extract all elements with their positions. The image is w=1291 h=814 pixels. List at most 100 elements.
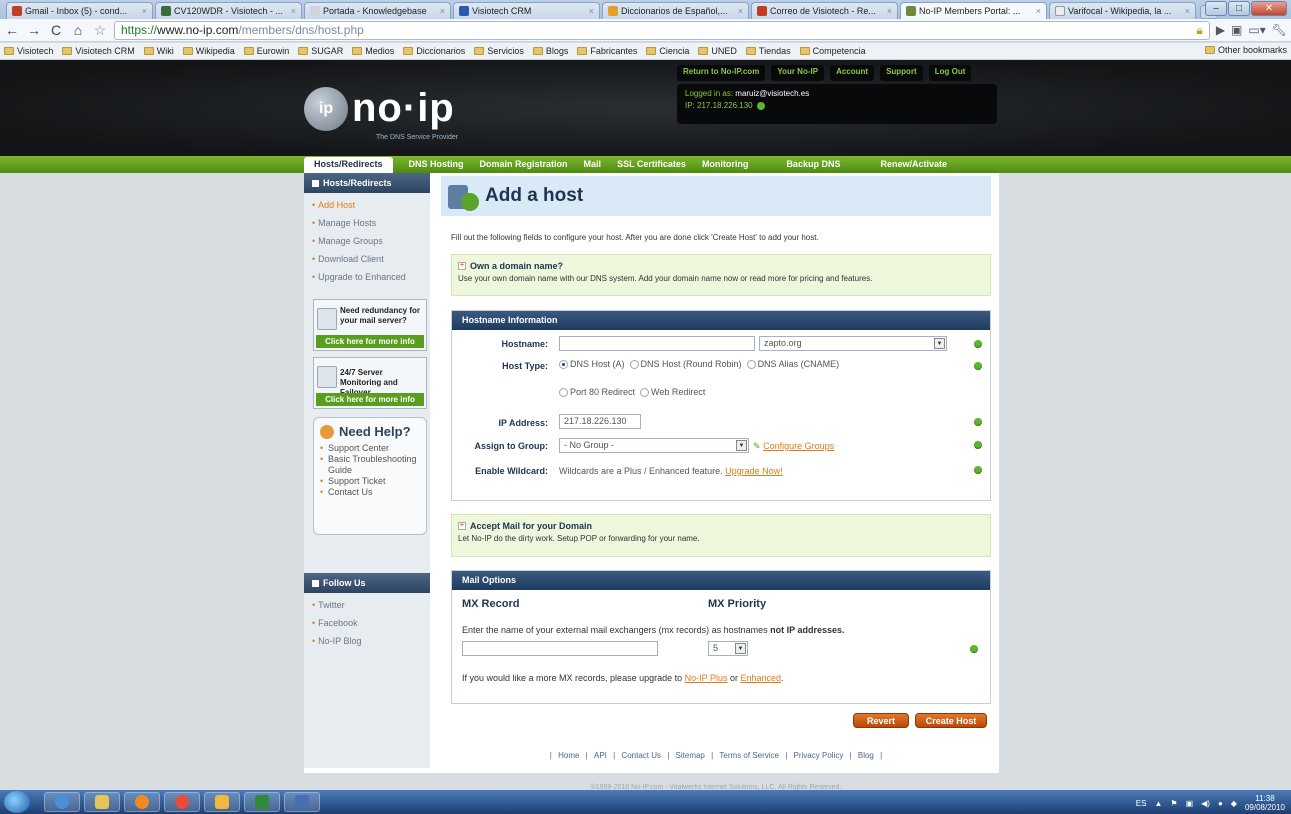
mx-priority-select[interactable]: 5 ▼ <box>708 641 748 656</box>
mx-record-input[interactable] <box>462 641 658 656</box>
bookmark-item[interactable]: Visiotech <box>4 46 53 56</box>
bookmark-item[interactable]: Diccionarios <box>403 46 465 56</box>
browser-tab[interactable]: Visiotech CRM × <box>453 2 600 19</box>
page-menu-icon[interactable]: ▭▾ <box>1248 23 1265 37</box>
follow-facebook[interactable]: • Facebook <box>312 614 422 632</box>
star-icon[interactable]: ☆ <box>92 22 108 39</box>
explorer-taskbar-icon[interactable] <box>84 792 120 812</box>
promo-monitoring[interactable]: 24/7 Server Monitoring and Failover Clic… <box>313 357 427 409</box>
browser-tab[interactable]: Portada - Knowledgebase × <box>304 2 451 19</box>
sidebar-item-manage-hosts[interactable]: • Manage Hosts <box>312 214 422 232</box>
close-tab-icon[interactable]: × <box>1036 6 1041 16</box>
noip-plus-link[interactable]: No-IP Plus <box>685 673 728 683</box>
address-bar[interactable]: https://www.no-ip.com/members/dns/host.p… <box>114 20 1210 40</box>
bookmark-item[interactable]: Ciencia <box>646 46 689 56</box>
upgrade-now-link[interactable]: Upgrade Now! <box>725 466 783 476</box>
close-tab-icon[interactable]: × <box>1185 6 1190 16</box>
chrome-taskbar-icon[interactable] <box>164 792 200 812</box>
close-window-button[interactable]: ✕ <box>1251 1 1287 16</box>
bookmark-item[interactable]: SUGAR <box>298 46 343 56</box>
help-support-ticket[interactable]: Support Ticket <box>320 476 420 487</box>
hosttype-round-robin[interactable]: DNS Host (Round Robin) <box>629 359 742 369</box>
close-tab-icon[interactable]: × <box>142 6 147 16</box>
enhanced-link[interactable]: Enhanced <box>741 673 782 683</box>
bookmark-item[interactable]: Eurowin <box>243 46 289 56</box>
other-bookmarks[interactable]: Other bookmarks <box>1204 45 1287 55</box>
nav-renew[interactable]: Renew/Activate <box>872 156 955 173</box>
configure-groups-link[interactable]: Configure Groups <box>763 441 834 451</box>
bookmark-item[interactable]: Servicios <box>474 46 524 56</box>
account-link[interactable]: Account <box>830 65 875 81</box>
hosttype-web-redirect[interactable]: Web Redirect <box>640 387 705 397</box>
language-indicator[interactable]: ES <box>1136 799 1147 808</box>
nav-monitoring[interactable]: Monitoring <box>694 156 757 173</box>
help-support-center[interactable]: Support Center <box>320 443 420 454</box>
back-icon[interactable]: ← <box>4 22 20 38</box>
close-tab-icon[interactable]: × <box>291 6 296 16</box>
sidebar-item-download-client[interactable]: • Download Client <box>312 250 422 268</box>
mail-promo-title[interactable]: Accept Mail for your Domain <box>470 521 592 531</box>
nav-domain-registration[interactable]: Domain Registration <box>472 156 576 173</box>
extension-icon[interactable]: ▣ <box>1231 23 1242 37</box>
promo-mail-redundancy[interactable]: Need redundancy for your mail server? Cl… <box>313 299 427 351</box>
follow-twitter[interactable]: • Twitter <box>312 596 422 614</box>
footer-link[interactable]: Privacy Policy <box>794 751 844 760</box>
flag-icon[interactable]: ⚑ <box>1170 799 1177 808</box>
folder-taskbar-icon[interactable] <box>204 792 240 812</box>
forward-icon[interactable]: → <box>26 22 42 38</box>
maximize-button[interactable]: □ <box>1228 1 1250 16</box>
excel-taskbar-icon[interactable] <box>244 792 280 812</box>
volume-icon[interactable]: ◀) <box>1201 799 1210 808</box>
nav-dns-hosting[interactable]: DNS Hosting <box>401 156 472 173</box>
ie-taskbar-icon[interactable] <box>44 792 80 812</box>
promo-more-info-button[interactable]: Click here for more info <box>316 335 424 348</box>
follow-blog[interactable]: • No-IP Blog <box>312 632 422 650</box>
browser-tab[interactable]: CV120WDR - Visiotech - ... × <box>155 2 302 19</box>
bookmark-item[interactable]: Wikipedia <box>182 46 235 56</box>
home-icon[interactable]: ⌂ <box>70 22 86 38</box>
browser-tab[interactable]: Correo de Visiotech - Re... × <box>751 2 898 19</box>
clock[interactable]: 11:38 09/08/2010 <box>1245 794 1285 812</box>
bookmark-item[interactable]: UNED <box>698 46 737 56</box>
bookmark-item[interactable]: Tiendas <box>745 46 791 56</box>
nav-mail[interactable]: Mail <box>576 156 610 173</box>
network-icon[interactable]: ▣ <box>1186 799 1194 808</box>
close-tab-icon[interactable]: × <box>887 6 892 16</box>
footer-link[interactable]: Sitemap <box>676 751 705 760</box>
hosttype-dns-a[interactable]: DNS Host (A) <box>559 359 625 369</box>
bookmark-item[interactable]: Wiki <box>143 46 174 56</box>
hosttype-port80[interactable]: Port 80 Redirect <box>559 387 635 397</box>
paint-taskbar-icon[interactable] <box>284 792 320 812</box>
help-icon[interactable] <box>970 645 978 653</box>
hosttype-cname[interactable]: DNS Alias (CNAME) <box>746 359 839 369</box>
minimize-button[interactable]: – <box>1205 1 1227 16</box>
hostname-input[interactable] <box>559 336 755 351</box>
sidebar-item-manage-groups[interactable]: • Manage Groups <box>312 232 422 250</box>
tray-arrow-icon[interactable]: ▲ <box>1154 799 1162 808</box>
nav-backup-dns[interactable]: Backup DNS <box>778 156 848 173</box>
help-icon[interactable] <box>974 418 982 426</box>
bookmark-item[interactable]: Competencia <box>799 46 866 56</box>
support-link[interactable]: Support <box>880 65 923 81</box>
group-select[interactable]: - No Group - ▼ <box>559 438 749 453</box>
bookmark-item[interactable]: Blogs <box>532 46 568 56</box>
start-button[interactable] <box>4 791 30 813</box>
bookmark-item[interactable]: Medios <box>352 46 394 56</box>
your-noip-link[interactable]: Your No-IP <box>771 65 825 81</box>
ip-address-input[interactable]: 217.18.226.130 <box>559 414 641 429</box>
help-icon[interactable] <box>974 362 982 370</box>
browser-tab[interactable]: Gmail - Inbox (5) - cond... × <box>6 2 153 19</box>
help-troubleshooting[interactable]: Basic Troubleshooting Guide <box>320 454 420 476</box>
noip-logo[interactable]: ip no·ip <box>304 86 455 131</box>
logout-link[interactable]: Log Out <box>928 65 972 81</box>
footer-link[interactable]: Contact Us <box>621 751 661 760</box>
expand-icon[interactable]: + <box>458 262 466 270</box>
help-icon[interactable] <box>974 466 982 474</box>
antivirus-icon[interactable]: ◆ <box>1231 799 1237 808</box>
security-icon[interactable]: ● <box>1218 799 1223 808</box>
domain-select[interactable]: zapto.org ▼ <box>759 336 947 351</box>
browser-tab-active[interactable]: No-IP Members Portal: ... × <box>900 2 1047 19</box>
play-icon[interactable]: ▶ <box>1216 23 1225 37</box>
close-tab-icon[interactable]: × <box>589 6 594 16</box>
sidebar-item-upgrade[interactable]: • Upgrade to Enhanced <box>312 268 422 286</box>
